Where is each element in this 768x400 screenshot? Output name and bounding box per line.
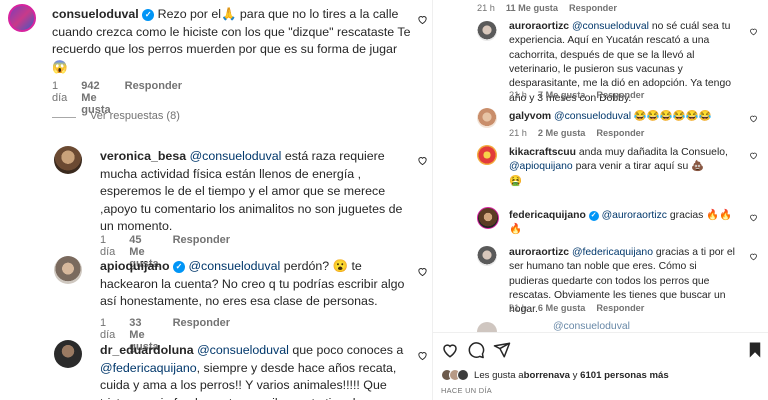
mention-link[interactable]: @consueloduval bbox=[188, 259, 280, 273]
comment-body: Rezo por el bbox=[154, 7, 222, 21]
heart-icon[interactable] bbox=[749, 151, 758, 160]
comment-username[interactable]: consueloduval bbox=[52, 7, 139, 21]
comment-meta: 21 h 2 Me gusta Responder bbox=[509, 128, 655, 138]
comment-username[interactable]: auroraortizc bbox=[509, 21, 569, 32]
avatar[interactable] bbox=[54, 340, 82, 368]
mention-link[interactable]: @federicaquijano bbox=[100, 361, 197, 375]
poop-emoji: 💩 bbox=[691, 161, 705, 173]
comment-username[interactable]: auroraortizc bbox=[509, 247, 569, 258]
mention-link[interactable]: @consueloduval bbox=[197, 343, 289, 357]
save-icon[interactable] bbox=[746, 341, 764, 359]
view-replies-button[interactable]: Ver respuestas (8) bbox=[90, 110, 180, 122]
avatar[interactable] bbox=[477, 246, 497, 266]
post-action-bar: Les gusta a borrenava y 6101 personas má… bbox=[433, 332, 768, 400]
comment-meta: 21 h 6 Me gusta Responder bbox=[509, 303, 655, 313]
like-count[interactable]: 2 Me gusta bbox=[538, 128, 585, 138]
like-count[interactable]: 7 Me gusta bbox=[538, 90, 585, 100]
comment-body: que poco conoces a bbox=[288, 343, 404, 357]
comment-text: kikacraftscuu anda muy dañadita la Consu… bbox=[509, 146, 739, 189]
laughing-emojis: 😂😂😂😂😂😂 bbox=[633, 111, 712, 122]
mention-link[interactable]: @auroraortizc bbox=[602, 210, 667, 221]
likes-user[interactable]: borrenava bbox=[524, 370, 570, 381]
mention-link[interactable]: @consueloduval bbox=[190, 149, 282, 163]
heart-icon[interactable] bbox=[749, 213, 758, 222]
share-icon[interactable] bbox=[493, 341, 511, 359]
mention-link[interactable]: @consueloduval bbox=[554, 111, 631, 122]
comment-body: perdón? bbox=[280, 259, 333, 273]
comment-text: consueloduval ✓ Rezo por el🙏 para que no… bbox=[52, 6, 412, 76]
comment-meta: 21 h 7 Me gusta Responder bbox=[509, 90, 655, 100]
comment-body: gracias bbox=[667, 210, 707, 221]
mention-link[interactable]: @apioquijano bbox=[509, 161, 573, 172]
comment-icon[interactable] bbox=[467, 341, 485, 359]
verified-badge-icon: ✓ bbox=[588, 211, 599, 221]
avatar[interactable] bbox=[477, 21, 497, 41]
avatar[interactable] bbox=[477, 108, 497, 128]
likes-count[interactable]: 6101 personas más bbox=[580, 370, 669, 381]
likes-mid: y bbox=[570, 369, 581, 381]
mention-link[interactable]: @federicaquijano bbox=[572, 247, 653, 258]
heart-icon[interactable] bbox=[749, 252, 758, 261]
heart-icon[interactable] bbox=[417, 155, 428, 166]
comment-body: anda muy dañadita la Consuelo, bbox=[576, 147, 728, 158]
comment-body: para venir a tirar aquí su bbox=[572, 161, 692, 173]
mention-link[interactable]: @consueloduval bbox=[572, 21, 649, 32]
heart-icon[interactable] bbox=[417, 266, 428, 277]
mention-link[interactable]: @consueloduval bbox=[553, 321, 630, 332]
comment-username[interactable]: dr_eduardoluna bbox=[100, 343, 194, 357]
avatar[interactable] bbox=[54, 146, 82, 174]
comment-text: dr_eduardoluna @consueloduval que poco c… bbox=[100, 342, 412, 400]
comment-username[interactable]: apioquijano bbox=[100, 259, 170, 273]
comment-username[interactable]: federicaquijano bbox=[509, 210, 586, 221]
avatar[interactable] bbox=[8, 4, 36, 32]
avatar[interactable] bbox=[477, 145, 497, 165]
like-count[interactable]: 6 Me gusta bbox=[538, 303, 585, 313]
comment-text: federicaquijano ✓ @auroraortizc gracias … bbox=[509, 209, 745, 238]
like-icon[interactable] bbox=[441, 341, 459, 359]
replies-divider bbox=[52, 117, 76, 118]
comment-time[interactable]: 21 h bbox=[477, 3, 495, 13]
comments-panel-left: consueloduval ✓ Rezo por el🙏 para que no… bbox=[0, 0, 432, 400]
vomit-emoji: 🤮 bbox=[509, 175, 522, 187]
verified-badge-icon: ✓ bbox=[172, 261, 185, 273]
verified-badge-icon: ✓ bbox=[142, 9, 155, 21]
likes-summary: Les gusta a borrenava y 6101 personas má… bbox=[441, 369, 669, 381]
comments-panel-right: 21 h 11 Me gusta Responder auroraortizc … bbox=[433, 0, 768, 400]
comment-time[interactable]: 1 día bbox=[52, 80, 67, 116]
comment-text: galyvom @consueloduval 😂😂😂😂😂😂 bbox=[509, 110, 745, 124]
pray-emoji: 🙏 bbox=[221, 7, 237, 21]
heart-icon[interactable] bbox=[417, 14, 428, 25]
comment-time[interactable]: 21 h bbox=[509, 303, 527, 313]
comment-username[interactable]: kikacraftscuu bbox=[509, 147, 576, 158]
reply-button[interactable]: Responder bbox=[596, 303, 644, 313]
heart-icon[interactable] bbox=[749, 27, 758, 36]
reply-button[interactable]: Responder bbox=[569, 3, 617, 13]
post-date[interactable]: HACE UN DÍA bbox=[441, 386, 492, 395]
avatar[interactable] bbox=[54, 256, 82, 284]
reply-button[interactable]: Responder bbox=[596, 128, 644, 138]
comment-meta: 21 h 11 Me gusta Responder bbox=[477, 3, 628, 13]
liker-avatar[interactable] bbox=[457, 369, 469, 381]
comment-time[interactable]: 21 h bbox=[509, 128, 527, 138]
surprised-emoji: 😮 bbox=[332, 259, 349, 273]
comment-username[interactable]: veronica_besa bbox=[100, 149, 186, 163]
heart-icon[interactable] bbox=[417, 350, 428, 361]
avatar[interactable] bbox=[477, 207, 499, 229]
heart-icon[interactable] bbox=[749, 114, 758, 123]
reply-button[interactable]: Responder bbox=[596, 90, 644, 100]
scream-emoji: 😱 bbox=[52, 59, 68, 74]
comment-time[interactable]: 21 h bbox=[509, 90, 527, 100]
like-count[interactable]: 11 Me gusta bbox=[506, 3, 558, 13]
likes-prefix: Les gusta a bbox=[474, 369, 524, 381]
comment-text: apioquijano ✓ @consueloduval perdón? 😮 t… bbox=[100, 258, 412, 311]
comment-username[interactable]: galyvom bbox=[509, 111, 551, 122]
comment-text: veronica_besa @consueloduval está raza r… bbox=[100, 148, 412, 236]
